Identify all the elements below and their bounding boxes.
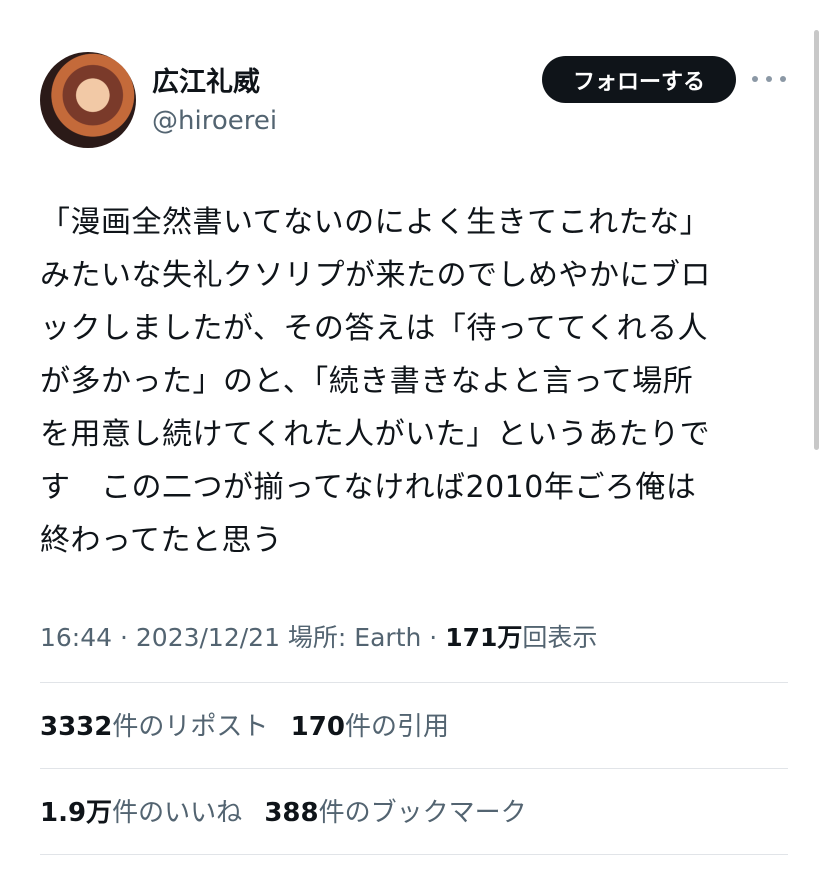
dot <box>752 76 758 82</box>
follow-button[interactable]: フォローする <box>542 56 736 103</box>
bookmarks-count: 388 <box>264 798 319 828</box>
quotes-stat[interactable]: 170件の引用 <box>291 712 449 742</box>
tweet-text: 「漫画全然書いてないのによく生きてこれたな」 みたいな失礼クソリプが来たのでしめ… <box>40 196 815 567</box>
separator: · <box>421 623 446 652</box>
views-count: 171万 <box>445 623 523 652</box>
likes-stat[interactable]: 1.9万件のいいね <box>40 798 242 828</box>
likes-label: 件のいいね <box>112 798 243 828</box>
separator: · <box>112 623 136 652</box>
engagement-row-1: 3332件のリポスト 170件の引用 <box>40 706 463 743</box>
likes-count: 1.9万 <box>40 798 113 828</box>
tweet-line: を用意し続けてくれた人がいた」というあたりで <box>40 417 711 452</box>
reposts-label: 件のリポスト <box>112 712 269 742</box>
tweet-metadata: 16:44 · 2023/12/21 場所: Earth · 171万回表示 <box>40 618 597 654</box>
tweet-time[interactable]: 16:44 <box>40 623 112 652</box>
scrollbar[interactable] <box>814 30 819 450</box>
engagement-row-2: 1.9万件のいいね 388件のブックマーク <box>40 792 541 829</box>
divider <box>40 854 788 855</box>
tweet-date[interactable]: 2023/12/21 <box>136 623 280 652</box>
tweet-location: 場所: Earth <box>279 623 422 652</box>
tweet-line: 「漫画全然書いてないのによく生きてこれたな」 <box>40 205 711 240</box>
tweet-line: 終わってたと思う <box>40 523 283 558</box>
tweet-line: す この二つが揃ってなければ2010年ごろ俺は <box>40 470 697 505</box>
display-name[interactable]: 広江礼威 <box>152 60 260 99</box>
bookmarks-label: 件のブックマーク <box>318 798 527 828</box>
dot <box>766 76 772 82</box>
views-label: 回表示 <box>522 623 598 652</box>
tweet-line: が多かった」のと、「続き書きなよと言って場所 <box>40 364 694 399</box>
tweet-line: ックしましたが、その答えは「待っててくれる人 <box>40 311 708 346</box>
more-horizontal-icon[interactable] <box>752 64 786 94</box>
bookmarks-stat[interactable]: 388件のブックマーク <box>264 798 526 828</box>
quotes-label: 件の引用 <box>344 712 449 742</box>
quotes-count: 170 <box>290 712 345 742</box>
follow-button-label: フォローする <box>572 69 705 95</box>
divider <box>40 768 788 769</box>
reposts-count: 3332 <box>40 712 113 742</box>
reposts-stat[interactable]: 3332件のリポスト <box>40 712 268 742</box>
divider <box>40 682 788 683</box>
dot <box>780 76 786 82</box>
user-handle[interactable]: @hiroerei <box>152 106 277 136</box>
tweet-line: みたいな失礼クソリプが来たのでしめやかにブロ <box>40 258 711 293</box>
avatar[interactable] <box>40 52 136 148</box>
